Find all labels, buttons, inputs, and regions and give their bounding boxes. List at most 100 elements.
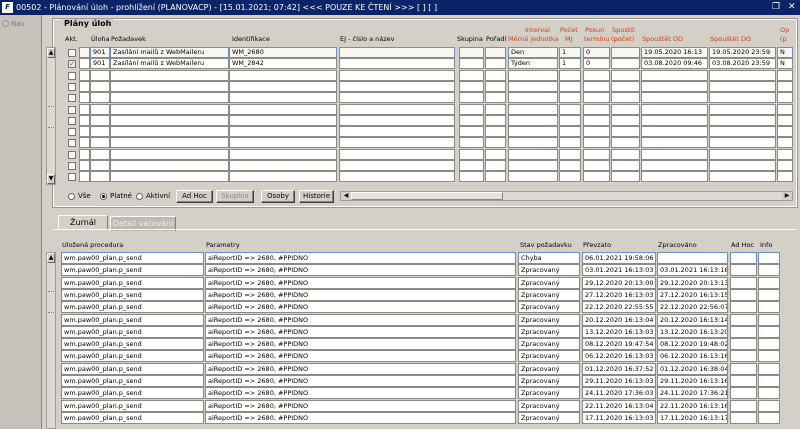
cell-skupina[interactable]: [459, 103, 484, 115]
cell-interval[interactable]: [508, 92, 558, 104]
cell-uloha[interactable]: [90, 92, 110, 104]
cell-pocet[interactable]: [559, 69, 581, 81]
zurnal-proc[interactable]: wm.paw00_plan.p_send: [61, 362, 204, 375]
cell-poradi[interactable]: [485, 69, 506, 81]
zurnal-zprac[interactable]: 29.12.2020 20:13:13: [657, 276, 728, 289]
active-checkbox[interactable]: [68, 128, 76, 137]
nav-button[interactable]: Nav: [2, 18, 38, 30]
zurnal-zprac[interactable]: 03.01.2021 16:13:18: [657, 264, 728, 277]
cell-do[interactable]: [709, 103, 776, 115]
cell-identifikace[interactable]: [229, 148, 337, 160]
cell-pozadavek[interactable]: [110, 137, 229, 149]
zurnal-info[interactable]: [758, 264, 780, 277]
cell-pozadavek[interactable]: [110, 126, 229, 138]
zurnal-proc[interactable]: wm.paw00_plan.p_send: [61, 288, 204, 301]
cell-op[interactable]: [777, 69, 793, 81]
cell-interval[interactable]: [508, 171, 558, 183]
cell-identifikace[interactable]: [229, 137, 337, 149]
zurnal-zprac[interactable]: [657, 252, 728, 264]
cell-uloha[interactable]: [90, 80, 110, 92]
zurnal-prevzato[interactable]: 01.12.2020 16:37:52: [582, 362, 656, 375]
zurnal-stav[interactable]: Zpracovaný: [518, 387, 580, 400]
cell-ej[interactable]: [339, 58, 455, 70]
zurnal-adhoc[interactable]: [730, 350, 757, 363]
cell-do[interactable]: [709, 148, 776, 160]
cell-spustit[interactable]: [611, 58, 640, 70]
zurnal-info[interactable]: [758, 252, 780, 264]
cell-identifikace[interactable]: [229, 69, 337, 81]
zurnal-stav[interactable]: Zpracovaný: [518, 288, 580, 301]
cell-identifikace[interactable]: [229, 160, 337, 171]
cell-interval[interactable]: [508, 69, 558, 81]
restore-icon[interactable]: ❐: [772, 0, 780, 15]
cell-op[interactable]: [777, 171, 793, 183]
cell-do[interactable]: 03.08.2020 23:59: [709, 58, 776, 70]
zurnal-adhoc[interactable]: [730, 399, 757, 412]
zurnal-param[interactable]: aiReportID => 2680, #PPIDNO: [205, 301, 516, 314]
zurnal-prevzato[interactable]: 03.01.2021 16:13:03: [582, 264, 656, 277]
zurnal-zprac[interactable]: 20.12.2020 16:13:14: [657, 313, 728, 326]
cell-poradi[interactable]: [485, 47, 506, 58]
cell-op[interactable]: [777, 114, 793, 126]
cell-identifikace[interactable]: WM_2842: [229, 58, 337, 70]
zurnal-prevzato[interactable]: 29.11.2020 16:13:03: [582, 375, 656, 387]
zurnal-adhoc[interactable]: [730, 264, 757, 277]
zurnal-param[interactable]: aiReportID => 2680, #PPIDNO: [205, 288, 516, 301]
cell-do[interactable]: [709, 80, 776, 92]
zurnal-info[interactable]: [758, 387, 780, 400]
active-checkbox[interactable]: [68, 82, 76, 91]
zurnal-zprac[interactable]: 01.12.2020 16:38:04: [657, 362, 728, 375]
cell-skupina[interactable]: [459, 58, 484, 70]
cell-skupina[interactable]: [459, 69, 484, 81]
cell-identifikace[interactable]: [229, 171, 337, 183]
zurnal-zprac[interactable]: 17.11.2020 16:13:17: [657, 411, 728, 424]
cell-ej[interactable]: [339, 92, 455, 104]
zurnal-adhoc[interactable]: [730, 338, 757, 351]
cell-ej[interactable]: [339, 80, 455, 92]
zurnal-zprac[interactable]: 22.11.2020 16:13:16: [657, 399, 728, 412]
cell-op[interactable]: [777, 160, 793, 171]
zurnal-prevzato[interactable]: 22.12.2020 22:55:55: [582, 301, 656, 314]
active-checkbox[interactable]: [68, 94, 76, 103]
cell-do[interactable]: [709, 92, 776, 104]
cell-op[interactable]: [777, 126, 793, 138]
zurnal-param[interactable]: aiReportID => 2680, #PPIDNO: [205, 350, 516, 363]
cell-posun[interactable]: 0: [583, 47, 610, 58]
zurnal-zprac[interactable]: 08.12.2020 19:48:02: [657, 338, 728, 351]
cell-identifikace[interactable]: [229, 126, 337, 138]
cell-do[interactable]: 19.05.2020 23:59: [709, 47, 776, 58]
cell-spustit[interactable]: [611, 160, 640, 171]
cell-interval[interactable]: Týden: [508, 58, 558, 70]
cell-posun[interactable]: [583, 160, 610, 171]
zurnal-stav[interactable]: Zpracovaný: [518, 264, 580, 277]
active-checkbox[interactable]: [68, 162, 76, 170]
cell-posun[interactable]: [583, 148, 610, 160]
cell-skupina[interactable]: [459, 171, 484, 183]
cell-poradi[interactable]: [485, 148, 506, 160]
cell-identifikace[interactable]: WM_2680: [229, 47, 337, 58]
cell-op[interactable]: [777, 148, 793, 160]
cell-poradi[interactable]: [485, 126, 506, 138]
cell-pozadavek[interactable]: Zasílání mailů z WebMaileru: [110, 58, 229, 70]
zurnal-stav[interactable]: Zpracovaný: [518, 301, 580, 314]
zurnal-stav[interactable]: Chyba: [518, 252, 580, 264]
active-checkbox[interactable]: [68, 139, 76, 148]
cell-skupina[interactable]: [459, 92, 484, 104]
cell-uloha[interactable]: [90, 148, 110, 160]
cell-uloha[interactable]: [90, 171, 110, 183]
zurnal-param[interactable]: aiReportID => 2680, #PPIDNO: [205, 362, 516, 375]
zurnal-adhoc[interactable]: [730, 313, 757, 326]
radio-vse[interactable]: [68, 193, 75, 200]
zurnal-proc[interactable]: wm.paw00_plan.p_send: [61, 399, 204, 412]
zurnal-adhoc[interactable]: [730, 411, 757, 424]
cell-skupina[interactable]: [459, 126, 484, 138]
zurnal-param[interactable]: aiReportID => 2680, #PPIDNO: [205, 252, 516, 264]
scroll-down-icon[interactable]: ▼: [47, 174, 55, 184]
zurnal-prevzato[interactable]: 13.12.2020 16:13:03: [582, 325, 656, 338]
cell-op[interactable]: [777, 92, 793, 104]
cell-pozadavek[interactable]: [110, 160, 229, 171]
cell-op[interactable]: [777, 137, 793, 149]
cell-ej[interactable]: [339, 171, 455, 183]
scroll-up-icon[interactable]: ▲: [47, 253, 55, 263]
zurnal-stav[interactable]: Zpracovaný: [518, 325, 580, 338]
